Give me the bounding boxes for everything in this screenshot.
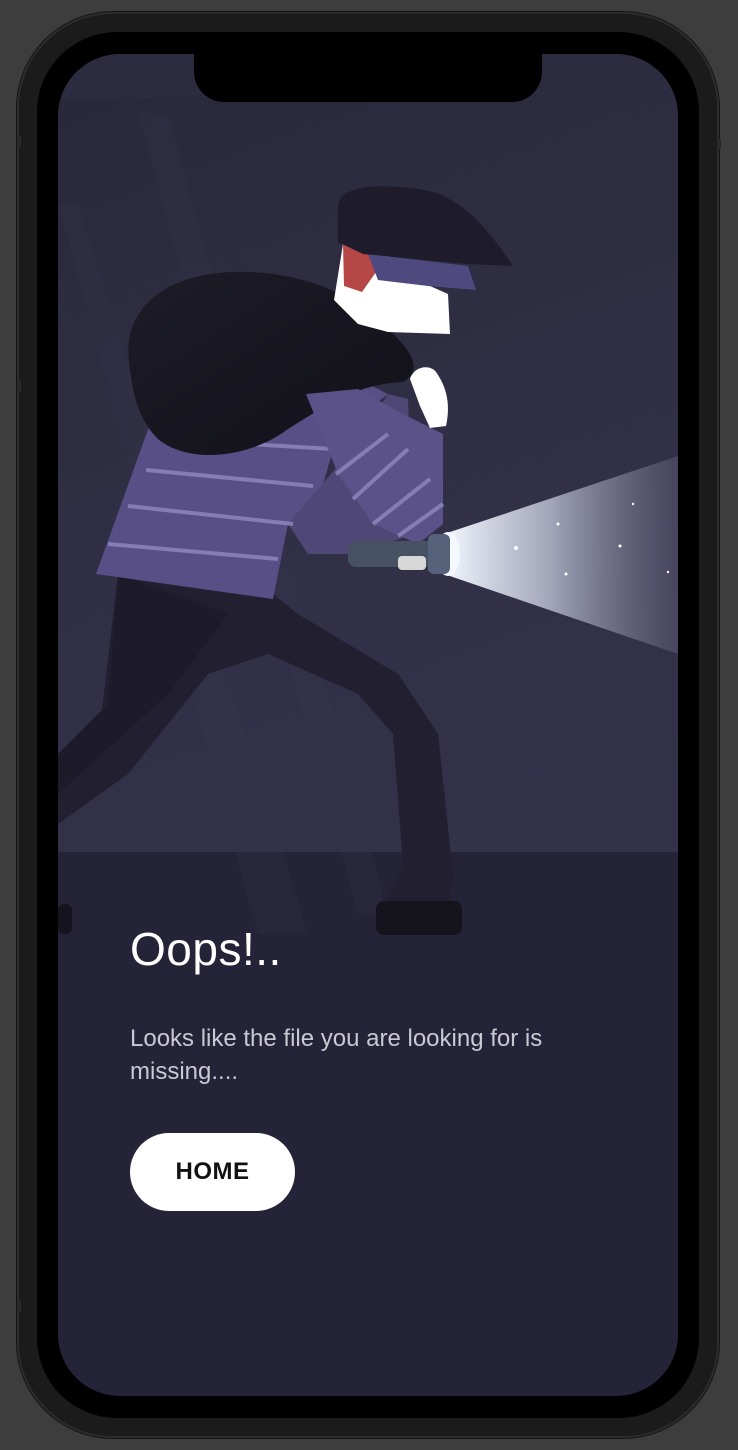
burglar-head	[334, 186, 513, 334]
power-button	[717, 138, 721, 150]
screen: Oops!.. Looks like the file you are look…	[58, 54, 678, 1396]
home-button[interactable]: HOME	[130, 1133, 295, 1211]
back-shoe	[58, 904, 72, 934]
error-message: Looks like the file you are looking for …	[130, 1025, 543, 1085]
burglar-illustration	[58, 114, 678, 935]
flashlight-beam	[444, 456, 678, 654]
shoe	[376, 901, 462, 935]
cap	[338, 186, 513, 266]
volume-down-button	[17, 1300, 21, 1312]
volume-up-button	[17, 380, 21, 392]
notch	[194, 54, 542, 102]
mute-switch	[17, 135, 21, 147]
page-title: Oops!..	[130, 923, 282, 975]
hand	[410, 367, 448, 428]
